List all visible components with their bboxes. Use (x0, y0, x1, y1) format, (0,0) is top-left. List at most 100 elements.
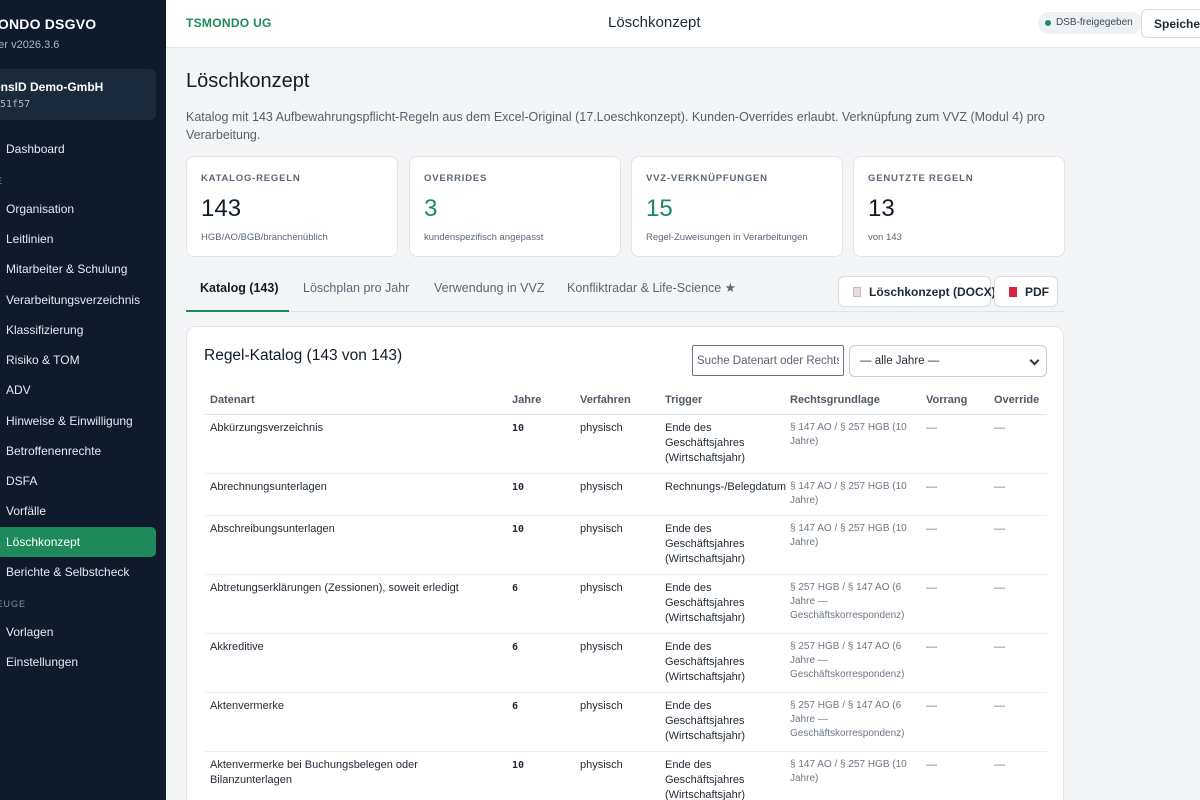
year-filter-select[interactable]: — alle Jahre — (849, 345, 1047, 377)
catalog-title: Regel-Katalog (143 von 143) (204, 347, 403, 364)
sidebar-item-leitlinien[interactable]: Leitlinien (0, 224, 156, 254)
cell-trigger: Ende des Geschäftsjahres (Wirtschaftsjah… (660, 692, 785, 752)
table-row[interactable]: Abkürzungsverzeichnis 10 physisch Ende d… (205, 414, 1047, 474)
sidebar-item-vvz[interactable]: Verarbeitungsverzeichnis (0, 285, 156, 315)
cell-jahre: 6 (507, 574, 575, 634)
cell-override[interactable]: — (989, 692, 1047, 752)
tenant-name: ensID Demo-GmbH (0, 80, 104, 94)
cell-jahre: 10 (507, 751, 575, 800)
cell-datenart: Abrechnungsunterlagen (205, 473, 507, 516)
kpi-value: 15 (646, 195, 673, 222)
cell-jahre: 10 (507, 515, 575, 575)
kpi-card-genutzte-regeln: GENUTZTE REGELN 13 von 143 (853, 156, 1065, 257)
sidebar-section-label: LE (0, 176, 3, 186)
cell-rechtsgrundlage: § 147 AO / § 257 HGB (10 Jahre) (785, 751, 921, 800)
status-label: DSB-freigegeben (1056, 17, 1133, 28)
cell-verfahren: physisch (575, 574, 660, 634)
sidebar-item-hinweise[interactable]: Hinweise & Einwilligung (0, 406, 156, 436)
column-header[interactable]: Datenart (205, 387, 507, 415)
sidebar-item-betroffenenrechte[interactable]: Betroffenenrechte (0, 436, 156, 466)
kpi-label: GENUTZTE REGELN (868, 173, 974, 184)
status-dot-icon (1045, 20, 1051, 26)
sidebar-item-dashboard[interactable]: Dashboard (0, 134, 156, 164)
table-row[interactable]: Abtretungserklärungen (Zessionen), sowei… (205, 574, 1047, 634)
sidebar-item-vorfaelle[interactable]: Vorfälle (0, 496, 156, 526)
cell-datenart: Abkürzungsverzeichnis (205, 414, 507, 474)
export-pdf-button[interactable]: PDF (994, 276, 1058, 307)
cell-jahre: 10 (507, 473, 575, 516)
rule-table: Datenart Jahre Verfahren Trigger Rechtsg… (205, 387, 1047, 800)
organization-name: TSMONDO UG (186, 16, 272, 30)
column-header[interactable]: Verfahren (575, 387, 660, 415)
column-header[interactable]: Jahre (507, 387, 575, 415)
column-header[interactable]: Override (989, 387, 1047, 415)
table-row[interactable]: Aktenvermerke 6 physisch Ende des Geschä… (205, 692, 1047, 752)
cell-rechtsgrundlage: § 147 AO / § 257 HGB (10 Jahre) (785, 414, 921, 474)
sidebar-item-klassifizierung[interactable]: Klassifizierung (0, 315, 156, 345)
kpi-value: 13 (868, 195, 895, 222)
cell-verfahren: physisch (575, 633, 660, 693)
column-header[interactable]: Vorrang (921, 387, 989, 415)
year-filter-value: — alle Jahre — (860, 355, 940, 367)
cell-jahre: 6 (507, 692, 575, 752)
cell-trigger: Ende des Geschäftsjahres (Wirtschaftsjah… (660, 515, 785, 575)
tenant-switcher[interactable]: ensID Demo-GmbH c51f57 (0, 69, 156, 120)
cell-trigger: Ende des Geschäftsjahres (Wirtschaftsjah… (660, 414, 785, 474)
cell-verfahren: physisch (575, 414, 660, 474)
sidebar-item-einstellungen[interactable]: Einstellungen (0, 647, 156, 677)
sidebar-item-loeschkonzept[interactable]: Löschkonzept (0, 527, 156, 557)
kpi-label: VVZ-VERKNÜPFUNGEN (646, 173, 768, 184)
kpi-subtext: von 143 (868, 232, 902, 243)
cell-rechtsgrundlage: § 257 HGB / § 147 AO (6 Jahre — Geschäft… (785, 574, 921, 634)
cell-jahre: 6 (507, 633, 575, 693)
pdf-icon (1009, 287, 1017, 297)
sidebar-item-mitarbeiter[interactable]: Mitarbeiter & Schulung (0, 254, 156, 284)
cell-datenart: Abtretungserklärungen (Zessionen), sowei… (205, 574, 507, 634)
export-docx-button[interactable]: Löschkonzept (DOCX) (838, 276, 996, 307)
column-header[interactable]: Rechtsgrundlage (785, 387, 921, 415)
table-row[interactable]: Aktenvermerke bei Buchungsbelegen oder B… (205, 751, 1047, 800)
cell-rechtsgrundlage: § 257 HGB / § 147 AO (6 Jahre — Geschäft… (785, 692, 921, 752)
cell-datenart: Aktenvermerke bei Buchungsbelegen oder B… (205, 751, 507, 800)
kpi-subtext: Regel-Zuweisungen in Verarbeitungen (646, 232, 808, 243)
app-version: nger v2026.3.6 (0, 39, 60, 51)
cell-override[interactable]: — (989, 574, 1047, 634)
cell-rechtsgrundlage: § 147 AO / § 257 HGB (10 Jahre) (785, 515, 921, 575)
sidebar-section-label: ZEUGE (0, 599, 27, 609)
tab-konfliktradar[interactable]: Konfliktradar & Life-Science ★ (567, 270, 736, 312)
kpi-label: KATALOG-REGELN (201, 173, 301, 184)
export-pdf-label: PDF (1025, 285, 1049, 299)
search-input[interactable] (692, 345, 844, 376)
tab-katalog[interactable]: Katalog (143) (186, 270, 289, 312)
status-badge: DSB-freigegeben (1038, 12, 1142, 34)
tab-loeschplan[interactable]: Löschplan pro Jahr (303, 270, 409, 312)
cell-jahre: 10 (507, 414, 575, 474)
kpi-subtext: kundenspezifisch angepasst (424, 232, 544, 243)
cell-verfahren: physisch (575, 692, 660, 752)
table-row[interactable]: Akkreditive 6 physisch Ende des Geschäft… (205, 633, 1047, 693)
kpi-card-vvz-verknuepfungen: VVZ-VERKNÜPFUNGEN 15 Regel-Zuweisungen i… (631, 156, 843, 257)
sidebar-item-vorlagen[interactable]: Vorlagen (0, 617, 156, 647)
save-button[interactable]: Speichern (1141, 9, 1200, 38)
table-row[interactable]: Abschreibungsunterlagen 10 physisch Ende… (205, 515, 1047, 575)
cell-rechtsgrundlage: § 257 HGB / § 147 AO (6 Jahre — Geschäft… (785, 633, 921, 693)
cell-override[interactable]: — (989, 515, 1047, 575)
cell-vorrang: — (921, 414, 989, 474)
cell-override[interactable]: — (989, 473, 1047, 516)
cell-verfahren: physisch (575, 473, 660, 516)
sidebar-item-dsfa[interactable]: DSFA (0, 466, 156, 496)
cell-override[interactable]: — (989, 751, 1047, 800)
kpi-subtext: HGB/AO/BGB/branchenüblich (201, 232, 328, 243)
table-row[interactable]: Abrechnungsunterlagen 10 physisch Rechnu… (205, 473, 1047, 516)
column-header[interactable]: Trigger (660, 387, 785, 415)
sidebar-item-berichte[interactable]: Berichte & Selbstcheck (0, 557, 156, 587)
cell-trigger: Ende des Geschäftsjahres (Wirtschaftsjah… (660, 574, 785, 634)
tab-verwendung-vvz[interactable]: Verwendung in VVZ (434, 270, 545, 312)
cell-override[interactable]: — (989, 633, 1047, 693)
cell-vorrang: — (921, 633, 989, 693)
cell-trigger: Ende des Geschäftsjahres (Wirtschaftsjah… (660, 633, 785, 693)
cell-override[interactable]: — (989, 414, 1047, 474)
sidebar-item-organisation[interactable]: Organisation (0, 194, 156, 224)
sidebar-item-adv[interactable]: ADV (0, 375, 156, 405)
sidebar-item-risiko-tom[interactable]: Risiko & TOM (0, 345, 156, 375)
